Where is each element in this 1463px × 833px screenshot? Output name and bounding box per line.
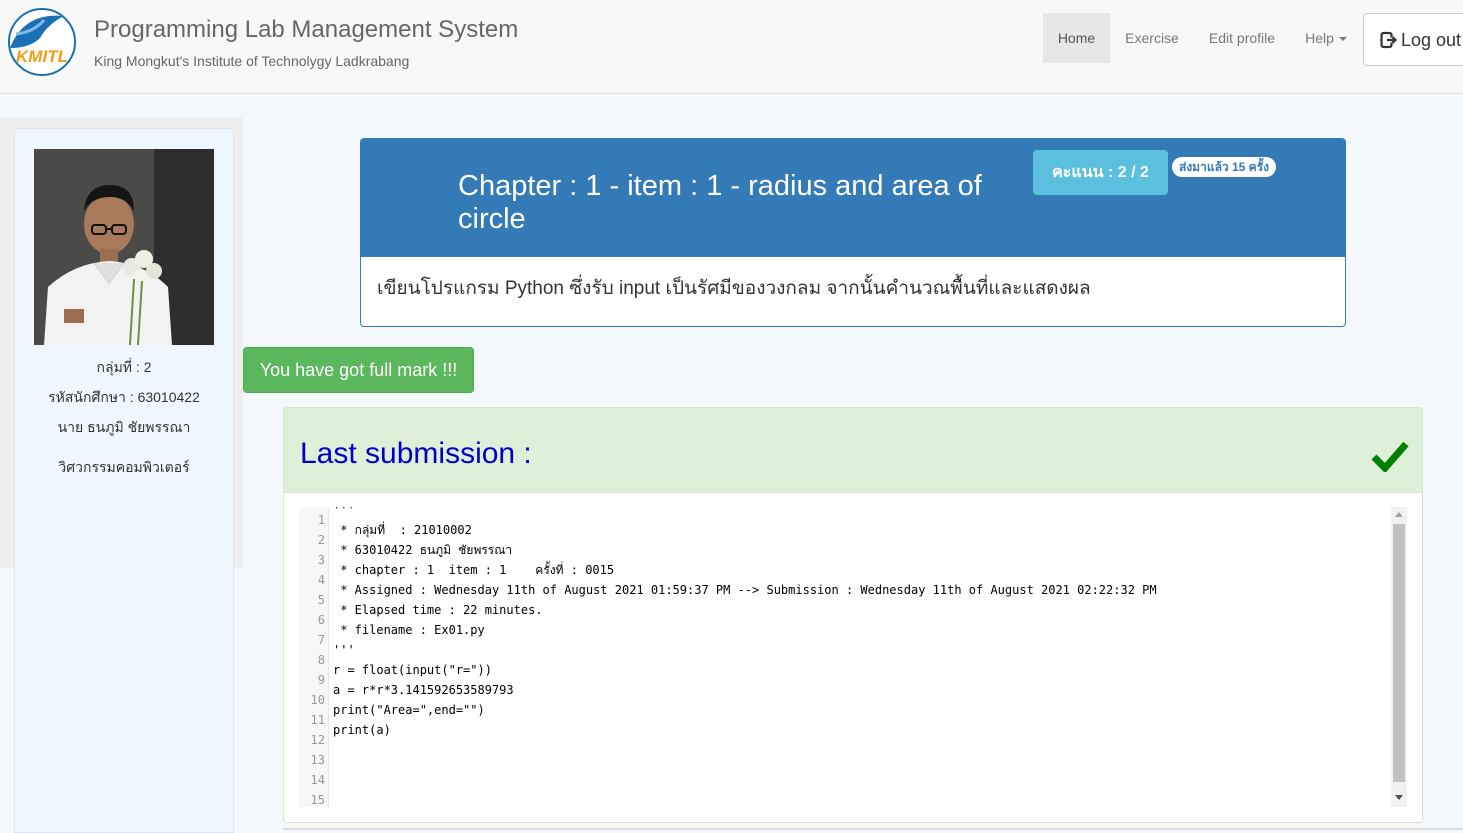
line-number: 9 xyxy=(317,673,325,687)
student-photo xyxy=(34,149,214,345)
code-line: * chapter : 1 item : 1 ครั้งที่ : 0015 xyxy=(333,563,615,577)
caret-down-icon xyxy=(1338,37,1347,42)
exercise-description: เขียนโปรแกรม Python ซึ่งรับ input เป็นรั… xyxy=(377,278,1091,299)
line-number: 5 xyxy=(317,593,325,607)
logout-button[interactable]: Log out xyxy=(1363,13,1463,66)
line-number: 2 xyxy=(317,533,325,547)
nav-exercise[interactable]: Exercise xyxy=(1112,13,1192,63)
exercise-title: Chapter : 1 - item : 1 - radius and area… xyxy=(458,170,982,235)
line-number: 3 xyxy=(317,553,325,567)
kmitl-logo[interactable]: KMITL xyxy=(4,4,82,76)
line-number: 11 xyxy=(310,713,325,727)
top-navbar: KMITL Programming Lab Management System … xyxy=(0,0,1463,94)
student-department: วิศวกรรมคอมพิวเตอร์ xyxy=(58,459,190,475)
line-number: 14 xyxy=(310,773,325,787)
student-id: รหัสนักศึกษา : 63010422 xyxy=(48,389,200,405)
student-group: กลุ่มที่ : 2 xyxy=(96,359,152,375)
code-editor[interactable]: 1 2 3 4 5 6 7 8 9 10 11 12 13 14 15 ''' * กลุ่มที่ : 2… xyxy=(299,507,1407,807)
app-title: Programming Lab Management System xyxy=(94,16,519,43)
line-number: 15 xyxy=(310,793,325,807)
line-number: 13 xyxy=(310,753,325,767)
code-line: print(a) xyxy=(333,723,391,737)
last-submission-header: Last submission : xyxy=(284,408,1422,493)
code-line: ''' xyxy=(333,643,355,657)
line-number-gutter: 1 2 3 4 5 6 7 8 9 10 11 12 13 14 15 xyxy=(299,507,329,807)
line-number: 10 xyxy=(310,693,325,707)
student-name: นาย ธนภูมิ ชัยพรรณา xyxy=(57,419,191,435)
line-number: 1 xyxy=(317,513,325,527)
logout-icon xyxy=(1380,31,1398,49)
nav-help-label: Help xyxy=(1305,30,1334,46)
line-number: 4 xyxy=(317,573,325,587)
nav-edit-profile[interactable]: Edit profile xyxy=(1196,13,1288,63)
nav-home[interactable]: Home xyxy=(1043,13,1110,63)
code-line: * 63010422 ธนภูมิ ชัยพรรณา xyxy=(333,543,513,557)
score-badge: คะแนน : 2 / 2 xyxy=(1033,150,1168,195)
exercise-header: Chapter : 1 - item : 1 - radius and area… xyxy=(361,139,1345,257)
code-line: a = r*r*3.141592653589793 xyxy=(333,683,514,697)
submission-count-badge: ส่งมาแล้ว 15 ครั้ง xyxy=(1172,157,1277,177)
line-number: 6 xyxy=(317,613,325,627)
code-line: * กลุ่มที่ : 21010002 xyxy=(333,523,472,537)
last-submission-title: Last submission : xyxy=(300,437,532,470)
full-mark-button[interactable]: You have got full mark !!! xyxy=(243,347,474,393)
svg-text:KMITL: KMITL xyxy=(16,47,68,66)
editor-scrollbar[interactable] xyxy=(1391,507,1407,807)
logout-label: Log out xyxy=(1401,30,1462,50)
code-line: print("Area=",end="") xyxy=(333,703,485,717)
code-line: ''' xyxy=(333,507,355,517)
nav-help-dropdown[interactable]: Help xyxy=(1292,13,1360,63)
scrollbar-thumb[interactable] xyxy=(1393,524,1405,782)
line-number: 12 xyxy=(310,733,325,747)
line-number: 7 xyxy=(317,633,325,647)
check-icon xyxy=(1371,441,1409,472)
app-subtitle: King Mongkut's Institute of Technolygy L… xyxy=(94,53,410,69)
code-line: r = float(input("r=")) xyxy=(333,663,492,677)
code-line: * Elapsed time : 22 minutes. xyxy=(333,603,543,617)
scroll-up-icon[interactable] xyxy=(1395,512,1403,517)
scroll-down-icon[interactable] xyxy=(1395,795,1403,800)
line-number: 8 xyxy=(317,653,325,667)
code-line: * filename : Ex01.py xyxy=(333,623,485,637)
code-line: * Assigned : Wednesday 11th of August 20… xyxy=(333,583,1157,597)
exercise-panel: Chapter : 1 - item : 1 - radius and area… xyxy=(360,138,1346,327)
